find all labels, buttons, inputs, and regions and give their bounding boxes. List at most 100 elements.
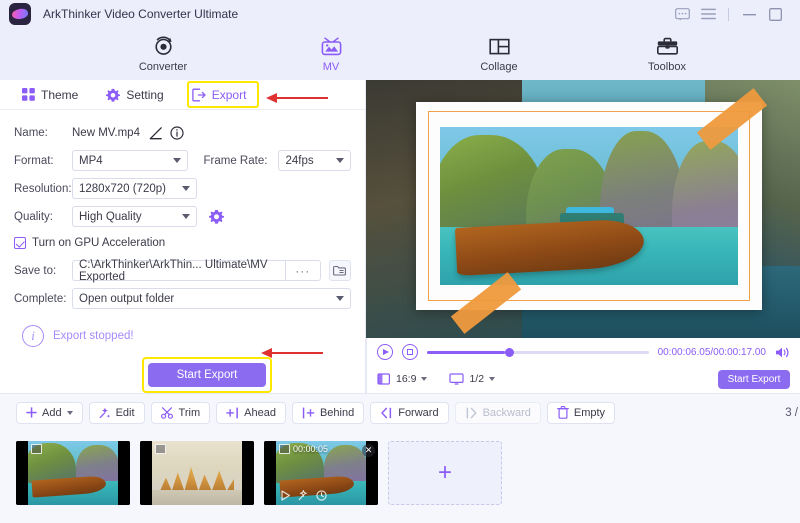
converter-icon: [151, 35, 176, 59]
info-icon: i: [22, 325, 44, 347]
quality-settings-gear-icon[interactable]: [209, 209, 224, 224]
edit-label: Edit: [115, 406, 135, 419]
scissors-icon: [160, 406, 173, 419]
monitor-icon: [449, 373, 465, 385]
video-preview[interactable]: [366, 80, 800, 338]
mv-icon: [319, 35, 344, 59]
preview-photo: [440, 127, 738, 285]
add-button[interactable]: Add: [16, 401, 83, 424]
video-badge-icon: [31, 444, 42, 454]
backward-label: Backward: [482, 406, 531, 419]
export-status: i Export stopped!: [22, 325, 351, 347]
gear-icon: [106, 88, 121, 102]
chevron-down-icon: [182, 214, 190, 219]
player-transport-row: 00:00:06.05/00:00:17.00: [367, 338, 800, 366]
tab-label-theme: Theme: [41, 87, 79, 102]
insert-ahead-icon: [226, 407, 239, 418]
nav-label-collage: Collage: [480, 60, 518, 73]
resolution-value: 1280x720 (720p): [79, 182, 166, 195]
minimize-icon[interactable]: [736, 3, 762, 25]
tab-theme[interactable]: Theme: [22, 88, 78, 102]
browse-dots-label: ···: [295, 263, 311, 278]
feedback-icon[interactable]: [669, 3, 695, 25]
complete-select[interactable]: Open output folder: [72, 288, 351, 309]
quality-row: Quality: High Quality: [14, 204, 351, 229]
format-value: MP4: [79, 154, 103, 167]
main-navigation: Converter MV Collage Toolbox: [0, 28, 800, 80]
tab-setting[interactable]: Setting: [106, 88, 164, 102]
clock-icon[interactable]: [316, 490, 327, 501]
controls-divider: [728, 7, 729, 21]
gpu-checkbox[interactable]: [14, 237, 26, 249]
edit-button[interactable]: Edit: [88, 401, 145, 424]
export-tab-highlight-box: [187, 81, 259, 108]
playback-slider[interactable]: [427, 347, 649, 357]
chevron-down-icon: [336, 296, 344, 301]
stop-button[interactable]: [402, 344, 418, 360]
empty-button[interactable]: Empty: [546, 401, 616, 424]
open-folder-button[interactable]: [328, 260, 351, 281]
annotation-arrow-start-export: [261, 347, 323, 358]
quality-select[interactable]: High Quality: [72, 206, 197, 227]
save-to-input[interactable]: C:\ArkThinker\ArkThin... Ultimate\MV Exp…: [72, 259, 285, 283]
gpu-label: Turn on GPU Acceleration: [32, 237, 166, 249]
start-export-button[interactable]: Start Export: [148, 363, 266, 387]
volume-icon[interactable]: [775, 346, 790, 359]
collage-icon: [487, 35, 512, 59]
ahead-button[interactable]: Ahead: [216, 401, 286, 424]
menu-icon[interactable]: [695, 3, 721, 25]
magic-wand-icon[interactable]: [298, 490, 309, 501]
thumbnail-remove-button[interactable]: ✕: [362, 444, 375, 457]
quality-label: Quality:: [14, 210, 53, 223]
nav-item-converter[interactable]: Converter: [111, 35, 215, 74]
chevron-down-icon: [336, 158, 344, 163]
chevron-down-icon: [421, 377, 428, 381]
frame-rate-select[interactable]: 24fps: [278, 150, 351, 171]
resolution-select[interactable]: 1280x720 (720p): [72, 178, 197, 199]
toolbox-icon: [655, 35, 680, 59]
chevron-down-icon: [172, 158, 181, 163]
gpu-acceleration-row[interactable]: Turn on GPU Acceleration: [14, 232, 351, 254]
thumbnail-clip-3[interactable]: 00:00:05 ✕: [264, 441, 378, 505]
thumbnail-badge-3: 00:00:05: [279, 444, 328, 454]
behind-button[interactable]: Behind: [291, 401, 365, 424]
format-row: Format: MP4 Frame Rate: 24fps: [14, 148, 351, 173]
player-start-export-button[interactable]: Start Export: [718, 369, 790, 389]
backward-button: Backward: [454, 401, 541, 424]
add-clip-tile[interactable]: +: [388, 441, 502, 505]
forward-button[interactable]: Forward: [370, 401, 449, 424]
frame-rate-value: 24fps: [285, 154, 314, 167]
thumbnail-clip-1[interactable]: [16, 441, 130, 505]
name-info-icon[interactable]: [170, 125, 184, 140]
player-options-row: 16:9 1/2 Start Export: [367, 366, 800, 392]
thumbnail-badge-2: [155, 444, 169, 454]
video-badge-icon: [155, 444, 166, 454]
aspect-ratio-value: 16:9: [396, 373, 417, 385]
chevron-down-icon: [489, 377, 496, 381]
video-badge-icon: [279, 444, 290, 454]
slider-knob[interactable]: [504, 347, 514, 357]
aspect-ratio-control[interactable]: 16:9: [377, 372, 428, 386]
scale-control[interactable]: 1/2: [449, 372, 496, 386]
grid-icon: [22, 88, 35, 101]
trim-button[interactable]: Trim: [150, 401, 211, 424]
browse-folder-button[interactable]: ···: [284, 260, 321, 281]
quality-value: High Quality: [79, 210, 142, 223]
thumbnail-hover-tools: [280, 490, 327, 501]
format-select[interactable]: MP4: [72, 150, 188, 171]
nav-item-mv[interactable]: MV: [279, 35, 383, 74]
thumbnail-badge-1: [31, 444, 45, 454]
name-row: Name: New MV.mp4: [14, 120, 351, 145]
complete-row: Complete: Open output folder: [14, 286, 351, 311]
nav-label-mv: MV: [322, 60, 340, 73]
nav-label-toolbox: Toolbox: [648, 60, 686, 73]
play-icon[interactable]: [280, 490, 291, 501]
chevron-down-icon: [66, 410, 73, 415]
play-button[interactable]: [377, 344, 393, 360]
app-logo-icon: [9, 3, 31, 25]
maximize-icon[interactable]: [762, 3, 788, 25]
nav-item-collage[interactable]: Collage: [447, 35, 551, 74]
edit-name-icon[interactable]: [149, 126, 163, 140]
nav-item-toolbox[interactable]: Toolbox: [615, 35, 719, 74]
thumbnail-clip-2[interactable]: [140, 441, 254, 505]
